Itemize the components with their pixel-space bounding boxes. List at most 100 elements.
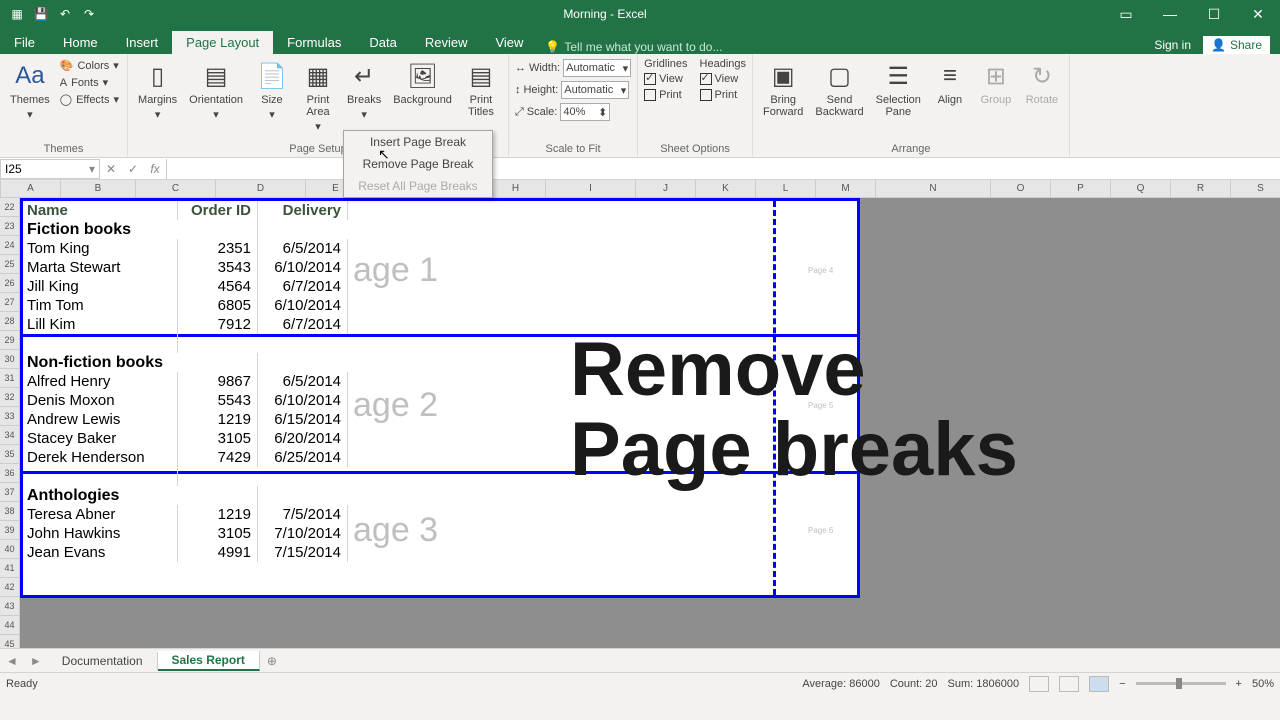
- view-normal-icon[interactable]: [1029, 676, 1049, 692]
- insert-page-break[interactable]: Insert Page Break: [344, 131, 492, 153]
- reset-all-page-breaks[interactable]: Reset All Page Breaks: [344, 175, 492, 197]
- row-header[interactable]: 43: [0, 597, 20, 616]
- ribbon-options-icon[interactable]: ▭: [1104, 0, 1148, 28]
- undo-icon[interactable]: ↶: [54, 3, 76, 25]
- col-header-O[interactable]: O: [991, 180, 1051, 198]
- cell[interactable]: 7912: [178, 315, 258, 334]
- cell[interactable]: 6/5/2014: [258, 372, 348, 391]
- tab-formulas[interactable]: Formulas: [273, 31, 355, 54]
- tell-me[interactable]: 💡 Tell me what you want to do...: [537, 40, 730, 54]
- maximize-icon[interactable]: ☐: [1192, 0, 1236, 28]
- rotate-button[interactable]: ↻Rotate: [1021, 58, 1063, 108]
- row-header[interactable]: 44: [0, 616, 20, 635]
- row-header[interactable]: 23: [0, 217, 20, 236]
- row-header[interactable]: 24: [0, 236, 20, 255]
- fx-icon[interactable]: fx: [144, 162, 166, 176]
- col-header-K[interactable]: K: [696, 180, 756, 198]
- align-button[interactable]: ≡Align: [929, 58, 971, 108]
- cell[interactable]: Denis Moxon: [23, 391, 178, 410]
- col-header-R[interactable]: R: [1171, 180, 1231, 198]
- col-header-D[interactable]: D: [216, 180, 306, 198]
- col-header-I[interactable]: I: [546, 180, 636, 198]
- cell[interactable]: Name: [23, 201, 178, 220]
- cell[interactable]: 6/25/2014: [258, 448, 348, 467]
- cell[interactable]: Marta Stewart: [23, 258, 178, 277]
- headings-print[interactable]: Print: [700, 88, 746, 102]
- row-header[interactable]: 31: [0, 369, 20, 388]
- bring-forward-button[interactable]: ▣Bring Forward: [759, 58, 807, 120]
- enter-icon[interactable]: ✓: [122, 162, 144, 176]
- sheet-tab-documentation[interactable]: Documentation: [48, 652, 158, 670]
- height-select[interactable]: Automatic▾: [561, 81, 629, 99]
- background-button[interactable]: 🖼Background: [389, 58, 456, 108]
- cell[interactable]: 6/5/2014: [258, 239, 348, 258]
- send-backward-button[interactable]: ▢Send Backward: [811, 58, 867, 120]
- name-box[interactable]: I25▾: [0, 159, 100, 179]
- tab-nav-prev[interactable]: ◄: [0, 654, 24, 668]
- cell[interactable]: Jill King: [23, 277, 178, 296]
- row-header[interactable]: 26: [0, 274, 20, 293]
- row-header[interactable]: 28: [0, 312, 20, 331]
- row-header[interactable]: 33: [0, 407, 20, 426]
- save-icon[interactable]: 💾: [30, 3, 52, 25]
- share-button[interactable]: 👤 Share: [1203, 36, 1270, 54]
- cell[interactable]: Derek Henderson: [23, 448, 178, 467]
- tab-nav-next[interactable]: ►: [24, 654, 48, 668]
- row-header[interactable]: 30: [0, 350, 20, 369]
- width-select[interactable]: Automatic▾: [563, 59, 631, 77]
- cell[interactable]: Tim Tom: [23, 296, 178, 315]
- row-header[interactable]: 27: [0, 293, 20, 312]
- row-header[interactable]: 29: [0, 331, 20, 350]
- tab-view[interactable]: View: [481, 31, 537, 54]
- zoom-out[interactable]: −: [1119, 678, 1125, 690]
- cell[interactable]: 6/7/2014: [258, 315, 348, 334]
- cell[interactable]: 6/7/2014: [258, 277, 348, 296]
- add-sheet-button[interactable]: ⊕: [260, 654, 284, 668]
- row-header[interactable]: 22: [0, 198, 20, 217]
- row-header[interactable]: 32: [0, 388, 20, 407]
- sign-in-link[interactable]: Sign in: [1154, 38, 1191, 52]
- size-button[interactable]: 📄Size▾: [251, 58, 293, 123]
- section-header[interactable]: Non-fiction books: [23, 353, 258, 372]
- cell[interactable]: 4564: [178, 277, 258, 296]
- selection-pane-button[interactable]: ☰Selection Pane: [872, 58, 925, 120]
- group-button[interactable]: ⊞Group: [975, 58, 1017, 108]
- row-header[interactable]: 35: [0, 445, 20, 464]
- redo-icon[interactable]: ↷: [78, 3, 100, 25]
- row-header[interactable]: 42: [0, 578, 20, 597]
- row-header[interactable]: 25: [0, 255, 20, 274]
- minimize-icon[interactable]: —: [1148, 0, 1192, 28]
- zoom-slider[interactable]: [1136, 682, 1226, 685]
- colors-button[interactable]: 🎨Colors ▾: [58, 58, 121, 73]
- cell[interactable]: 5543: [178, 391, 258, 410]
- cell[interactable]: Alfred Henry: [23, 372, 178, 391]
- cell[interactable]: Delivery: [258, 201, 348, 220]
- cell[interactable]: 6/20/2014: [258, 429, 348, 448]
- col-header-L[interactable]: L: [756, 180, 816, 198]
- col-header-A[interactable]: A: [1, 180, 61, 198]
- cell[interactable]: Stacey Baker: [23, 429, 178, 448]
- cell[interactable]: 3105: [178, 429, 258, 448]
- cell[interactable]: 6/10/2014: [258, 258, 348, 277]
- row-header[interactable]: 40: [0, 540, 20, 559]
- col-header-H[interactable]: H: [486, 180, 546, 198]
- cell[interactable]: 4991: [178, 543, 258, 562]
- row-header[interactable]: 39: [0, 521, 20, 540]
- zoom-in[interactable]: +: [1236, 678, 1242, 690]
- cell[interactable]: 1219: [178, 410, 258, 429]
- themes-button[interactable]: AaThemes▾: [6, 58, 54, 123]
- row-header[interactable]: 41: [0, 559, 20, 578]
- scale-input[interactable]: 40%⬍: [560, 103, 610, 121]
- cell[interactable]: 3105: [178, 524, 258, 543]
- remove-page-break[interactable]: Remove Page Break: [344, 153, 492, 175]
- print-area-button[interactable]: ▦Print Area▾: [297, 58, 339, 135]
- cell[interactable]: 2351: [178, 239, 258, 258]
- col-header-J[interactable]: J: [636, 180, 696, 198]
- close-icon[interactable]: ✕: [1236, 0, 1280, 28]
- cell[interactable]: 7/15/2014: [258, 543, 348, 562]
- tab-data[interactable]: Data: [355, 31, 410, 54]
- view-page-break-icon[interactable]: [1089, 676, 1109, 692]
- row-header[interactable]: 37: [0, 483, 20, 502]
- cell[interactable]: 6/15/2014: [258, 410, 348, 429]
- sheet-tab-sales-report[interactable]: Sales Report: [158, 651, 260, 671]
